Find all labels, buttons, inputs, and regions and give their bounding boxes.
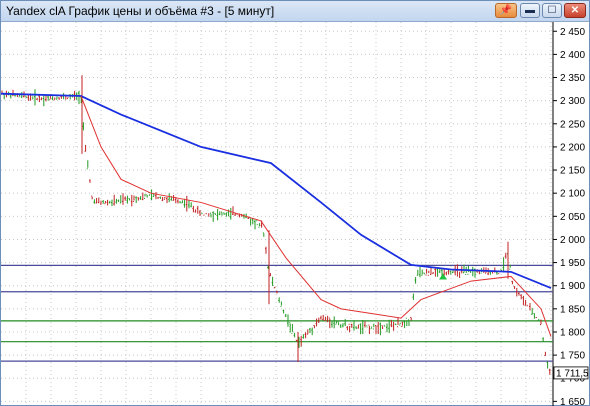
y-tick-label: 1 850 — [560, 304, 585, 315]
close-button[interactable]: ✕ — [564, 3, 586, 18]
y-tick-label: 2 300 — [560, 96, 585, 107]
window-title: Yandex clA График цены и объёма #3 - [5 … — [6, 4, 275, 18]
maximize-button[interactable]: ☐ — [542, 3, 562, 18]
current-price-label: 1 711,5 — [556, 368, 589, 379]
moving-average-fast — [80, 95, 552, 337]
y-tick-label: 2 000 — [560, 235, 585, 246]
y-tick-label: 1 800 — [560, 327, 585, 338]
signal-marker-icon — [439, 273, 447, 280]
y-tick-label: 2 100 — [560, 189, 585, 200]
title-bar[interactable]: Yandex clA График цены и объёма #3 - [5 … — [1, 1, 589, 22]
y-tick-label: 2 350 — [560, 73, 585, 84]
y-tick-label: 2 400 — [560, 50, 585, 61]
y-tick-label: 1 750 — [560, 351, 585, 362]
y-tick-label: 2 450 — [560, 27, 585, 38]
chart-window: Yandex clA График цены и объёма #3 - [5 … — [0, 0, 590, 406]
y-tick-label: 1 950 — [560, 258, 585, 269]
pin-icon[interactable]: 📌 — [495, 3, 517, 18]
price-chart[interactable]: 2 450 2 400 2 350 2 300 2 250 2 200 2 150 2 100… — [1, 22, 589, 406]
y-tick-label: 2 250 — [560, 119, 585, 130]
y-tick-label: 2 050 — [560, 212, 585, 223]
minimize-button[interactable]: ▬ — [520, 3, 540, 18]
y-tick-label: 2 200 — [560, 142, 585, 153]
y-tick-label: 1 900 — [560, 281, 585, 292]
y-tick-label: 1 650 — [560, 397, 585, 406]
y-tick-label: 2 150 — [560, 166, 585, 177]
